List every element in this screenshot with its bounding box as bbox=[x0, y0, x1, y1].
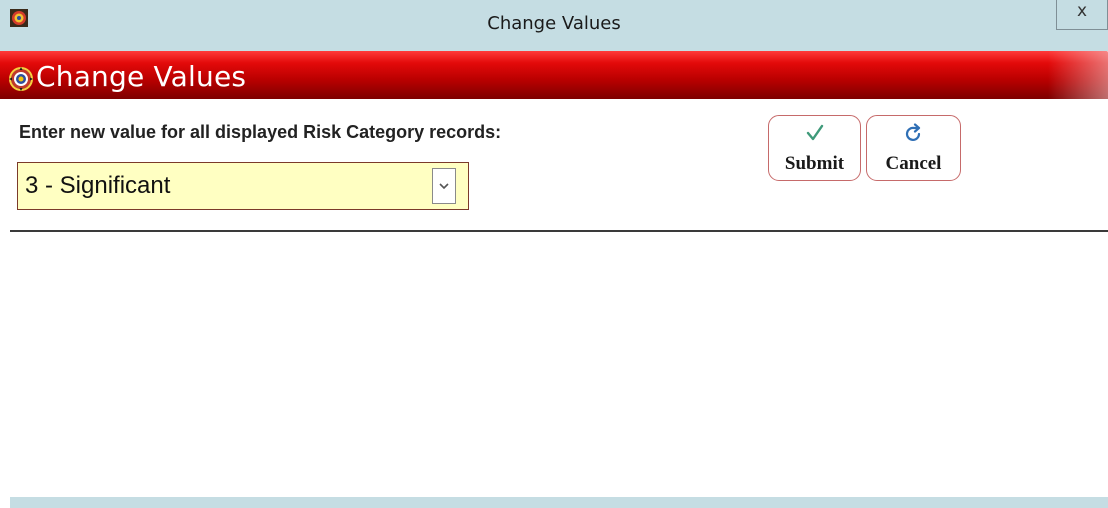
submit-button[interactable]: Submit bbox=[768, 115, 861, 181]
change-values-window: Change Values x Change Values Enter new … bbox=[0, 0, 1108, 508]
cancel-button[interactable]: Cancel bbox=[866, 115, 961, 181]
submit-label: Submit bbox=[784, 153, 845, 174]
app-logo-icon bbox=[9, 67, 33, 91]
checkmark-icon bbox=[806, 124, 823, 141]
selected-value: 3 - Significant bbox=[25, 172, 171, 199]
cancel-label: Cancel bbox=[885, 153, 942, 174]
risk-category-select[interactable]: 3 - Significant bbox=[17, 162, 469, 210]
close-button[interactable]: x bbox=[1056, 0, 1108, 30]
new-value-prompt-label: Enter new value for all displayed Risk C… bbox=[19, 122, 502, 142]
header-banner: Change Values bbox=[0, 51, 1108, 99]
redo-arrow-icon bbox=[905, 123, 920, 141]
chevron-down-icon bbox=[439, 183, 449, 190]
section-divider bbox=[10, 230, 1108, 232]
status-bar bbox=[10, 497, 1108, 508]
page-title: Change Values bbox=[36, 60, 247, 93]
window-title: Change Values bbox=[487, 13, 621, 34]
window-titlebar[interactable]: Change Values x bbox=[0, 0, 1108, 51]
dropdown-toggle-button[interactable] bbox=[432, 168, 456, 204]
